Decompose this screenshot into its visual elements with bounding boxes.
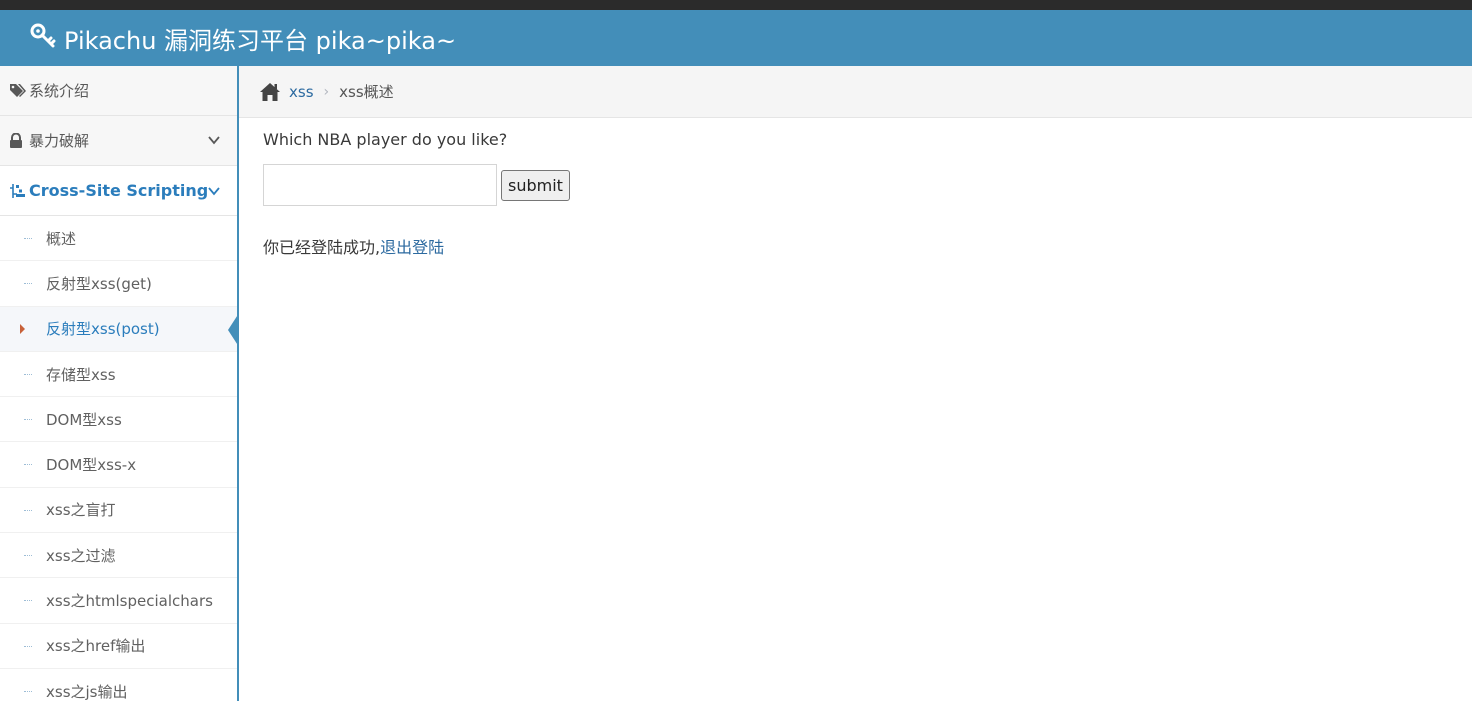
breadcrumb-link-xss[interactable]: xss xyxy=(289,83,314,101)
tags-icon xyxy=(9,83,29,99)
main-content: Which NBA player do you like? submit 你已经… xyxy=(263,128,1443,258)
brand-title: Pikachu 漏洞练习平台 pika~pika~ xyxy=(64,26,457,55)
login-status: 你已经登陆成功,退出登陆 xyxy=(263,234,1443,258)
breadcrumb: xss › xss概述 xyxy=(239,66,1472,118)
submenu-item-blind[interactable]: xss之盲打 xyxy=(0,487,237,534)
sidebar: 系统介绍 暴力破解 Cross-Site Scripting 概述 反射型xss… xyxy=(0,66,239,701)
breadcrumb-current: xss概述 xyxy=(339,83,394,101)
submenu-item-dom-x[interactable]: DOM型xss-x xyxy=(0,442,237,488)
submenu-item-js-output[interactable]: xss之js输出 xyxy=(0,668,237,701)
player-input[interactable] xyxy=(263,164,497,206)
sidebar-item-label: 系统介绍 xyxy=(29,82,90,100)
submit-button[interactable]: submit xyxy=(501,169,570,201)
question-label: Which NBA player do you like? xyxy=(263,130,508,149)
submenu-item-htmlspecialchars[interactable]: xss之htmlspecialchars xyxy=(0,578,237,624)
active-pointer xyxy=(228,312,237,347)
breadcrumb-separator: › xyxy=(323,83,330,100)
caret-right-icon xyxy=(20,323,25,334)
sidebar-item-label: Cross-Site Scripting xyxy=(29,181,209,200)
submenu-item-dom[interactable]: DOM型xss xyxy=(0,397,237,443)
submenu-item-filter[interactable]: xss之过滤 xyxy=(0,533,237,579)
submenu-item-stored[interactable]: 存储型xss xyxy=(0,351,237,398)
xss-submenu: 概述 反射型xss(get) 反射型xss(post) 存储型xss DOM型x… xyxy=(0,216,237,701)
submenu-item-href-output[interactable]: xss之href输出 xyxy=(0,623,237,669)
submenu-item-overview[interactable]: 概述 xyxy=(0,216,237,262)
sitemap-icon xyxy=(9,183,29,199)
sidebar-item-brute-force[interactable]: 暴力破解 xyxy=(0,116,237,166)
login-message: 你已经登陆成功, xyxy=(263,238,381,257)
player-form: submit xyxy=(263,164,1443,206)
sidebar-item-intro[interactable]: 系统介绍 xyxy=(0,66,237,116)
lock-icon xyxy=(9,132,29,149)
brand[interactable]: Pikachu 漏洞练习平台 pika~pika~ xyxy=(30,21,456,56)
sidebar-item-label: 暴力破解 xyxy=(29,132,90,150)
submenu-item-reflected-post[interactable]: 反射型xss(post) xyxy=(0,306,237,352)
logout-link[interactable]: 退出登陆 xyxy=(380,238,444,257)
sidebar-item-xss[interactable]: Cross-Site Scripting xyxy=(0,166,237,216)
chevron-down-icon xyxy=(207,183,221,202)
key-icon xyxy=(30,22,64,54)
home-icon[interactable] xyxy=(259,82,281,102)
top-navbar: Pikachu 漏洞练习平台 pika~pika~ xyxy=(0,10,1472,66)
chevron-down-icon xyxy=(207,133,221,151)
submenu-item-reflected-get[interactable]: 反射型xss(get) xyxy=(0,261,237,307)
browser-top-strip xyxy=(0,0,1472,10)
